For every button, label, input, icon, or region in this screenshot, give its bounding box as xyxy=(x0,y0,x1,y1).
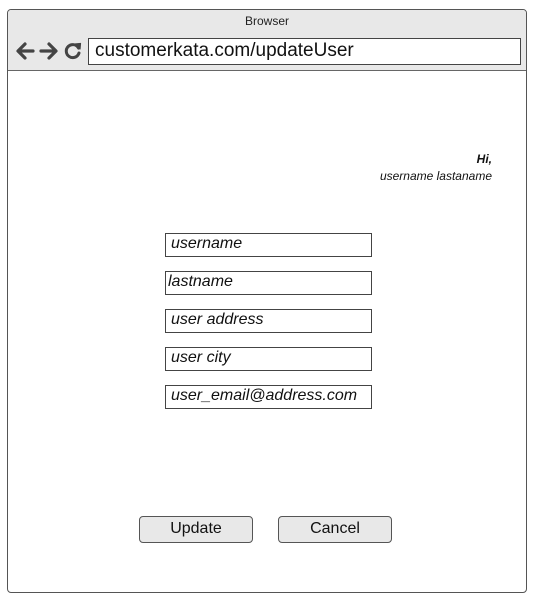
arrow-left-icon xyxy=(16,42,35,60)
username-field[interactable]: username xyxy=(165,233,372,257)
greeting-user-name: username lastaname xyxy=(379,169,492,183)
city-field[interactable]: user city xyxy=(165,347,372,371)
cancel-button[interactable]: Cancel xyxy=(278,516,392,543)
window-title: Browser xyxy=(244,14,289,28)
user-greeting: Hi, username lastaname xyxy=(380,151,492,185)
url-bar[interactable]: customerkata.com/updateUser xyxy=(88,38,521,65)
browser-chrome: Browser customerkata.com/updateUser xyxy=(8,10,526,71)
email-field[interactable]: user_email@address.com xyxy=(165,385,372,409)
greeting-hi: Hi, xyxy=(476,152,492,166)
address-field[interactable]: user address xyxy=(165,309,372,333)
browser-window: Browser customerkata.com/updateUser Hi, … xyxy=(7,9,527,593)
forward-button[interactable] xyxy=(38,40,60,62)
back-button[interactable] xyxy=(14,40,36,62)
reload-button[interactable] xyxy=(62,40,84,62)
arrow-right-icon xyxy=(39,42,58,60)
lastname-field[interactable]: lastname xyxy=(165,271,372,295)
update-button[interactable]: Update xyxy=(139,516,253,543)
reload-icon xyxy=(64,42,82,60)
